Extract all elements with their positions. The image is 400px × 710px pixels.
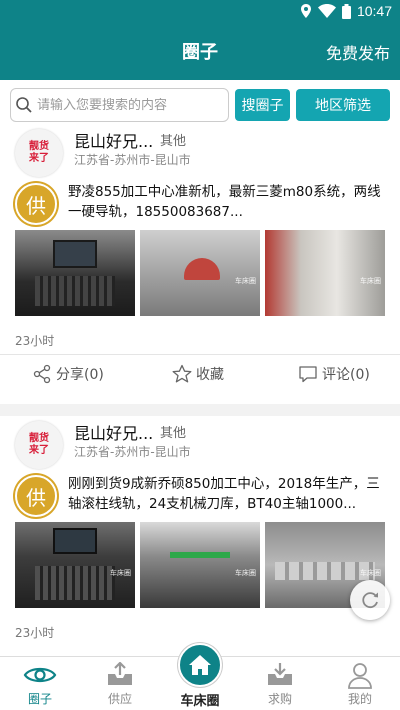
post-location: 江苏省-苏州市-昆山市 bbox=[74, 153, 191, 167]
avatar[interactable]: 靓货来了 bbox=[15, 129, 63, 177]
post-time: 23小时 bbox=[15, 334, 55, 348]
comment-icon bbox=[299, 366, 317, 383]
machine-photo[interactable]: 车床圈 bbox=[265, 230, 385, 316]
upload-tray-icon bbox=[108, 662, 132, 685]
feed-list[interactable]: 靓货来了 昆山好兄... 其他 江苏省-苏州市-昆山市 供 野凌855加工中心准… bbox=[0, 126, 400, 656]
share-button[interactable]: 分享(0) bbox=[32, 364, 104, 384]
avatar-text: 靓货来了 bbox=[29, 141, 49, 164]
tab-label: 求购 bbox=[267, 692, 292, 706]
share-icon bbox=[33, 364, 51, 384]
tab-mine[interactable]: 我的 bbox=[320, 657, 400, 710]
region-filter-button[interactable]: 地区筛选 bbox=[296, 89, 390, 121]
tab-label: 供应 bbox=[107, 692, 132, 706]
supply-badge: 供 bbox=[15, 183, 57, 225]
favorite-button[interactable]: 收藏 bbox=[172, 364, 224, 384]
location-icon bbox=[300, 4, 311, 18]
free-publish-button[interactable]: 免费发布 bbox=[326, 40, 390, 64]
search-icon bbox=[16, 97, 32, 113]
download-tray-icon bbox=[268, 663, 292, 685]
app-header: 圈子 免费发布 bbox=[0, 24, 400, 80]
tab-label: 我的 bbox=[347, 692, 372, 706]
post-time: 23小时 bbox=[15, 626, 55, 640]
eye-icon bbox=[23, 667, 57, 683]
search-circle-button[interactable]: 搜圈子 bbox=[235, 89, 290, 121]
star-icon bbox=[172, 364, 192, 383]
author-name[interactable]: 昆山好兄... bbox=[74, 420, 153, 444]
post-description[interactable]: 野凌855加工中心准新机，最新三菱m80系统，两线一硬导轨，1855008368… bbox=[68, 182, 386, 222]
tab-circle[interactable]: 圈子 bbox=[0, 657, 80, 710]
tab-label: 圈子 bbox=[27, 692, 52, 706]
watermark: 车床圈 bbox=[235, 277, 256, 285]
refresh-button[interactable] bbox=[350, 580, 390, 620]
status-bar: 10:47 bbox=[0, 0, 400, 24]
share-label: 分享(0) bbox=[56, 367, 104, 383]
tab-supply[interactable]: 供应 bbox=[80, 657, 160, 710]
search-input[interactable] bbox=[37, 97, 217, 113]
watermark: 车床圈 bbox=[110, 569, 131, 577]
battery-icon bbox=[341, 3, 351, 19]
feed-post[interactable]: 靓货来了 昆山好兄... 其他 江苏省-苏州市-昆山市 供 刚刚到货9成新乔硕8… bbox=[0, 416, 400, 656]
avatar-text: 靓货来了 bbox=[29, 433, 49, 456]
supply-badge: 供 bbox=[15, 475, 57, 517]
bottom-tab-bar: 圈子 供应 车床圈 求购 我的 bbox=[0, 643, 400, 710]
machine-photo[interactable] bbox=[15, 230, 135, 316]
post-category: 其他 bbox=[160, 134, 187, 149]
watermark: 车床圈 bbox=[360, 569, 381, 577]
comment-button[interactable]: 评论(0) bbox=[298, 364, 370, 384]
favorite-label: 收藏 bbox=[196, 367, 224, 383]
search-bar: 搜圈子 地区筛选 bbox=[0, 80, 400, 126]
tab-lathe-circle[interactable]: 车床圈 bbox=[160, 643, 240, 710]
watermark: 车床圈 bbox=[360, 277, 381, 285]
home-icon bbox=[189, 655, 211, 675]
machine-photo[interactable]: 车床圈 bbox=[15, 522, 135, 608]
feed-post[interactable]: 靓货来了 昆山好兄... 其他 江苏省-苏州市-昆山市 供 野凌855加工中心准… bbox=[0, 126, 400, 404]
photo-grid: 车床圈 车床圈 车床圈 bbox=[15, 522, 385, 608]
tab-label: 车床圈 bbox=[180, 694, 220, 709]
avatar[interactable]: 靓货来了 bbox=[15, 421, 63, 469]
wifi-icon bbox=[317, 4, 336, 18]
tab-purchase[interactable]: 求购 bbox=[240, 657, 320, 710]
refresh-icon bbox=[362, 592, 378, 609]
clock: 10:47 bbox=[356, 3, 392, 19]
machine-photo[interactable]: 车床圈 bbox=[140, 230, 260, 316]
post-actions: 分享(0) 收藏 评论(0) bbox=[0, 354, 400, 394]
search-field[interactable] bbox=[10, 88, 229, 122]
photo-grid: 车床圈 车床圈 bbox=[15, 230, 385, 316]
user-icon bbox=[348, 663, 372, 689]
author-name[interactable]: 昆山好兄... bbox=[74, 128, 153, 152]
machine-photo[interactable]: 车床圈 bbox=[140, 522, 260, 608]
post-category: 其他 bbox=[160, 426, 187, 441]
post-location: 江苏省-苏州市-昆山市 bbox=[74, 445, 191, 459]
watermark: 车床圈 bbox=[235, 569, 256, 577]
comment-label: 评论(0) bbox=[322, 367, 370, 383]
post-description[interactable]: 刚刚到货9成新乔硕850加工中心，2018年生产，三轴滚柱线轨，24支机械刀库，… bbox=[68, 474, 386, 514]
